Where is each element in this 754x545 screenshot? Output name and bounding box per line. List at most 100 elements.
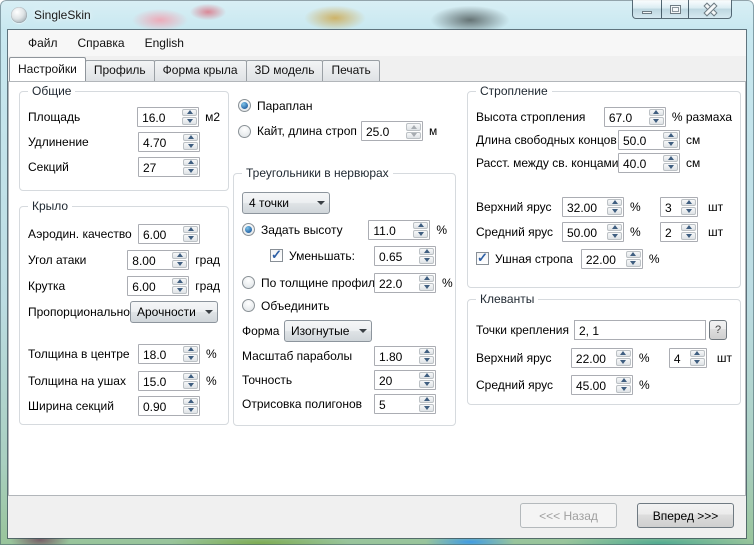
glide-ratio-value[interactable]: 6.00 <box>139 225 182 243</box>
tab-3d-model[interactable]: 3D модель <box>246 60 324 81</box>
ear-line-spinner[interactable]: 22.00 <box>581 249 643 269</box>
proportional-combobox[interactable]: Арочности <box>130 301 218 323</box>
spin-down-button[interactable] <box>616 358 631 366</box>
parabola-scale-spinner[interactable]: 1.80 <box>374 346 436 366</box>
attach-points-input[interactable]: 2, 1 <box>574 320 706 340</box>
spin-down-button[interactable] <box>419 256 434 264</box>
twist-spinner[interactable]: 6.00 <box>127 276 189 296</box>
shape-combobox[interactable]: Изогнутые <box>284 320 372 342</box>
set-height-radio[interactable] <box>242 223 255 236</box>
set-height-spinner[interactable]: 11.0 <box>368 220 430 240</box>
spin-up-button[interactable] <box>183 346 198 354</box>
spin-up-button[interactable] <box>183 226 198 234</box>
brake-upper-tier-spinner[interactable]: 22.00 <box>571 348 633 368</box>
upper-tier-count[interactable]: 3 <box>661 198 680 216</box>
upper-tier-value[interactable]: 32.00 <box>563 198 606 216</box>
spin-down-button[interactable] <box>183 142 198 150</box>
merge-option[interactable]: Объединить <box>242 295 330 316</box>
brake-middle-tier-spinner[interactable]: 45.00 <box>571 375 633 395</box>
decrease-value[interactable]: 0.65 <box>375 247 418 265</box>
twist-value[interactable]: 6.00 <box>128 277 171 295</box>
precision-value[interactable]: 20 <box>375 371 418 389</box>
combo-arrow[interactable] <box>312 201 329 205</box>
kite-line-length-value[interactable]: 25.0 <box>362 122 405 140</box>
area-value[interactable]: 16.0 <box>138 108 181 126</box>
spin-up-button[interactable] <box>419 372 434 380</box>
close-button[interactable] <box>688 0 732 19</box>
spin-down-button[interactable] <box>183 381 198 389</box>
spin-up-button[interactable] <box>607 199 622 207</box>
spin-up-button[interactable] <box>406 123 421 131</box>
spin-up-button[interactable] <box>616 377 631 385</box>
middle-tier-spinner[interactable]: 50.00 <box>562 222 624 242</box>
spin-down-button[interactable] <box>649 117 664 125</box>
spin-up-button[interactable] <box>607 224 622 232</box>
spin-down-button[interactable] <box>681 232 696 240</box>
riser-distance-value[interactable]: 40.0 <box>619 154 662 172</box>
profile-thickness-radio[interactable] <box>242 276 255 289</box>
menu-english[interactable]: English <box>135 33 194 53</box>
riser-length-value[interactable]: 50.0 <box>619 131 662 149</box>
tab-wing-shape[interactable]: Форма крыла <box>154 60 247 81</box>
middle-tier-count-spinner[interactable]: 2 <box>660 222 698 242</box>
rigging-height-spinner[interactable]: 67.0 <box>604 107 666 127</box>
aspect-spinner[interactable]: 4.70 <box>138 132 200 152</box>
spin-up-button[interactable] <box>183 159 198 167</box>
spin-up-button[interactable] <box>663 155 678 163</box>
polygons-value[interactable]: 5 <box>375 395 418 413</box>
spin-down-button[interactable] <box>406 132 421 140</box>
spin-up-button[interactable] <box>183 373 198 381</box>
upper-tier-spinner[interactable]: 32.00 <box>562 197 624 217</box>
spin-down-button[interactable] <box>419 404 434 412</box>
section-width-spinner[interactable]: 0.90 <box>138 396 200 416</box>
spin-up-button[interactable] <box>183 398 198 406</box>
attach-points-help-button[interactable]: ? <box>709 320 727 340</box>
spin-down-button[interactable] <box>681 207 696 215</box>
spin-down-button[interactable] <box>183 354 198 362</box>
spin-down-button[interactable] <box>419 283 434 291</box>
spin-up-button[interactable] <box>419 275 434 283</box>
center-thickness-spinner[interactable]: 18.0 <box>138 344 200 364</box>
spin-down-button[interactable] <box>663 163 678 171</box>
points-combobox[interactable]: 4 точки <box>242 192 330 214</box>
spin-down-button[interactable] <box>419 356 434 364</box>
brake-middle-tier-value[interactable]: 45.00 <box>572 376 615 394</box>
attack-angle-value[interactable]: 8.00 <box>128 251 171 269</box>
profile-thickness-value[interactable]: 22.0 <box>375 274 418 292</box>
menu-help[interactable]: Справка <box>68 33 135 53</box>
ear-line-checkbox[interactable]: ✓ <box>476 252 489 265</box>
minimize-button[interactable] <box>632 0 662 19</box>
middle-tier-value[interactable]: 50.00 <box>563 223 606 241</box>
upper-tier-count-spinner[interactable]: 3 <box>660 197 698 217</box>
parabola-scale-value[interactable]: 1.80 <box>375 347 418 365</box>
attack-angle-spinner[interactable]: 8.00 <box>127 250 189 270</box>
spin-up-button[interactable] <box>649 109 664 117</box>
menu-file[interactable]: Файл <box>18 33 68 53</box>
paraglider-option[interactable]: Параплан <box>238 95 312 116</box>
section-width-value[interactable]: 0.90 <box>139 397 182 415</box>
tab-profile[interactable]: Профиль <box>85 60 155 81</box>
aspect-value[interactable]: 4.70 <box>139 133 182 151</box>
spin-up-button[interactable] <box>663 132 678 140</box>
decrease-checkbox[interactable]: ✓ <box>270 249 283 262</box>
combo-arrow[interactable] <box>354 329 371 333</box>
set-height-value[interactable]: 11.0 <box>369 221 412 239</box>
profile-thickness-spinner[interactable]: 22.0 <box>374 273 436 293</box>
sections-value[interactable]: 27 <box>139 158 182 176</box>
spin-up-button[interactable] <box>690 350 705 358</box>
spin-up-button[interactable] <box>419 248 434 256</box>
ear-line-value[interactable]: 22.00 <box>582 250 625 268</box>
maximize-button[interactable] <box>661 0 689 19</box>
spin-up-button[interactable] <box>616 350 631 358</box>
merge-radio[interactable] <box>242 299 255 312</box>
combo-arrow[interactable] <box>200 310 217 314</box>
tab-settings[interactable]: Настройки <box>9 57 86 81</box>
decrease-spinner[interactable]: 0.65 <box>374 246 436 266</box>
paraglider-radio[interactable] <box>238 99 251 112</box>
tip-thickness-value[interactable]: 15.0 <box>139 372 182 390</box>
glide-ratio-spinner[interactable]: 6.00 <box>138 224 200 244</box>
spin-up-button[interactable] <box>172 278 187 286</box>
spin-up-button[interactable] <box>413 222 428 230</box>
spin-up-button[interactable] <box>182 109 197 117</box>
spin-down-button[interactable] <box>690 358 705 366</box>
